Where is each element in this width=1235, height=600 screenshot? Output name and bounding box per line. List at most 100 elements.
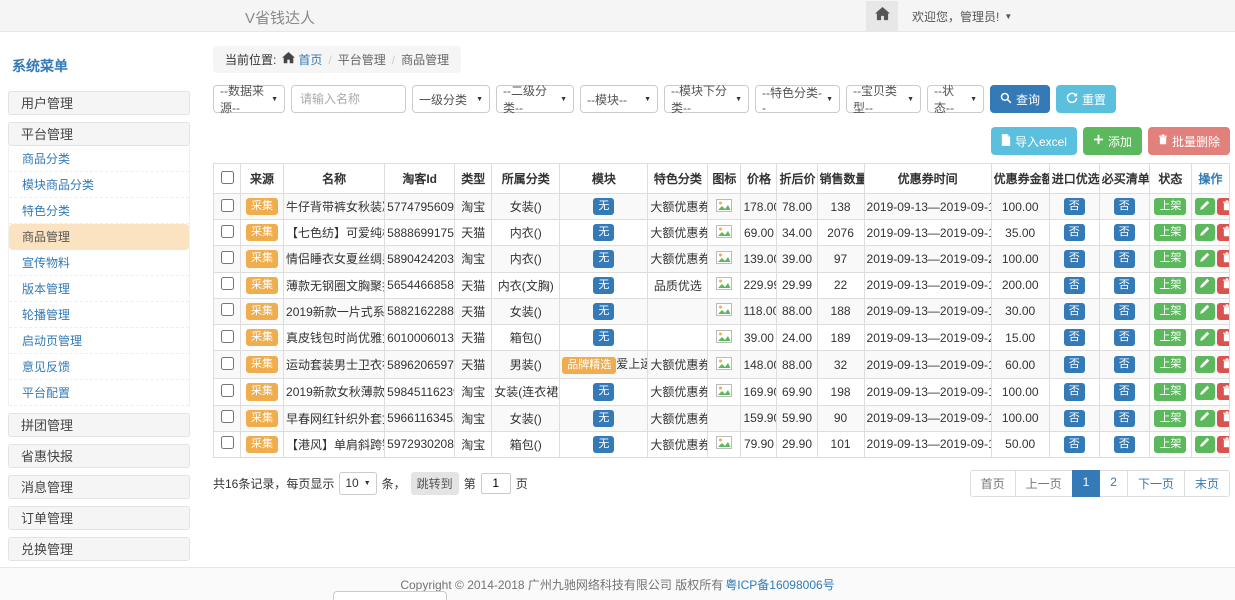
page-button[interactable]: 上一页 [1015, 470, 1073, 497]
sidebar-group[interactable]: 平台管理 [8, 122, 190, 146]
imported-toggle-badge[interactable]: 否 [1064, 303, 1085, 320]
must-buy-toggle-badge[interactable]: 否 [1114, 224, 1135, 241]
edit-button[interactable] [1195, 410, 1215, 427]
row-checkbox[interactable] [221, 330, 234, 343]
page-button[interactable]: 1 [1072, 470, 1101, 497]
row-checkbox[interactable] [221, 384, 234, 397]
page-button[interactable]: 下一页 [1127, 470, 1185, 497]
must-buy-toggle-badge[interactable]: 否 [1114, 198, 1135, 215]
must-buy-toggle-badge[interactable]: 否 [1114, 356, 1135, 373]
row-checkbox[interactable] [221, 357, 234, 370]
row-checkbox[interactable] [221, 277, 234, 290]
imported-toggle-badge[interactable]: 否 [1064, 224, 1085, 241]
status-badge[interactable]: 上架 [1154, 250, 1186, 267]
edit-button[interactable] [1195, 250, 1215, 267]
page-button[interactable]: 首页 [970, 470, 1016, 497]
filter-select[interactable]: --二级分类--▼ [496, 85, 574, 113]
filter-select[interactable]: --特色分类--▼ [755, 85, 840, 113]
module-badge[interactable]: 无 [593, 277, 614, 294]
status-badge[interactable]: 上架 [1154, 329, 1186, 346]
page-button[interactable]: 末页 [1184, 470, 1230, 497]
must-buy-toggle-badge[interactable]: 否 [1114, 329, 1135, 346]
imported-toggle-badge[interactable]: 否 [1064, 436, 1085, 453]
row-checkbox[interactable] [221, 199, 234, 212]
delete-button[interactable] [1217, 329, 1230, 346]
row-checkbox[interactable] [221, 225, 234, 238]
row-checkbox[interactable] [221, 303, 234, 316]
module-badge[interactable]: 无 [593, 383, 614, 400]
home-button[interactable] [866, 1, 898, 32]
row-checkbox[interactable] [221, 251, 234, 264]
filter-select[interactable]: --状态--▼ [927, 85, 984, 113]
add-button[interactable]: 添加 [1083, 127, 1142, 155]
sidebar-group[interactable]: 消息管理 [8, 475, 190, 499]
sidebar-item[interactable]: 商品分类 [9, 146, 189, 172]
module-badge[interactable]: 无 [593, 250, 614, 267]
delete-button[interactable] [1217, 410, 1230, 427]
filter-select[interactable]: --模块下分类--▼ [664, 85, 749, 113]
module-badge[interactable]: 无 [593, 410, 614, 427]
imported-toggle-badge[interactable]: 否 [1064, 250, 1085, 267]
edit-button[interactable] [1195, 303, 1215, 320]
filter-select[interactable]: 一级分类▼ [412, 85, 490, 113]
edit-button[interactable] [1195, 436, 1215, 453]
delete-button[interactable] [1217, 198, 1230, 215]
edit-button[interactable] [1195, 383, 1215, 400]
delete-button[interactable] [1217, 277, 1230, 294]
imported-toggle-badge[interactable]: 否 [1064, 198, 1085, 215]
breadcrumb-home-link[interactable]: 首页 [282, 51, 322, 68]
delete-button[interactable] [1217, 383, 1230, 400]
module-badge[interactable]: 无 [593, 436, 614, 453]
import-excel-button[interactable]: 导入excel [991, 127, 1077, 155]
filter-select[interactable]: --宝贝类型--▼ [846, 85, 921, 113]
icp-link[interactable]: 粤ICP备16098006号 [725, 576, 834, 593]
name-search-input[interactable] [291, 85, 406, 113]
must-buy-toggle-badge[interactable]: 否 [1114, 410, 1135, 427]
module-badge[interactable]: 无 [593, 329, 614, 346]
module-badge[interactable]: 无 [593, 198, 614, 215]
user-menu[interactable]: 欢迎您，管理员! ▼ [912, 8, 1012, 25]
delete-button[interactable] [1217, 436, 1230, 453]
imported-toggle-badge[interactable]: 否 [1064, 356, 1085, 373]
must-buy-toggle-badge[interactable]: 否 [1114, 250, 1135, 267]
must-buy-toggle-badge[interactable]: 否 [1114, 383, 1135, 400]
sidebar-item[interactable]: 特色分类 [9, 198, 189, 224]
sidebar-group[interactable]: 订单管理 [8, 506, 190, 530]
jump-button[interactable]: 跳转到 [411, 472, 459, 495]
sidebar-group[interactable]: 拼团管理 [8, 413, 190, 437]
status-badge[interactable]: 上架 [1154, 410, 1186, 427]
sidebar-item[interactable]: 版本管理 [9, 276, 189, 302]
page-button[interactable]: 2 [1099, 470, 1128, 497]
search-button[interactable]: 查询 [990, 85, 1050, 113]
imported-toggle-badge[interactable]: 否 [1064, 277, 1085, 294]
module-badge[interactable]: 无 [593, 224, 614, 241]
imported-toggle-badge[interactable]: 否 [1064, 410, 1085, 427]
sidebar-item[interactable]: 启动页管理 [9, 328, 189, 354]
sidebar-item[interactable]: 宣传物料 [9, 250, 189, 276]
status-badge[interactable]: 上架 [1154, 224, 1186, 241]
reset-button[interactable]: 重置 [1056, 85, 1116, 113]
sidebar-group[interactable]: 用户管理 [8, 91, 190, 115]
status-badge[interactable]: 上架 [1154, 198, 1186, 215]
batch-delete-button[interactable]: 批量删除 [1148, 127, 1230, 155]
row-checkbox[interactable] [221, 410, 234, 423]
sidebar-item[interactable]: 平台配置 [9, 380, 189, 406]
status-badge[interactable]: 上架 [1154, 383, 1186, 400]
sidebar-item[interactable]: 商品管理 [9, 224, 189, 250]
edit-button[interactable] [1195, 198, 1215, 215]
per-page-select[interactable]: 10 ▼ [339, 472, 376, 495]
module-badge[interactable]: 品牌精选 [562, 357, 616, 374]
sidebar-group[interactable]: 兑换管理 [8, 537, 190, 561]
status-badge[interactable]: 上架 [1154, 356, 1186, 373]
select-all-checkbox[interactable] [221, 171, 234, 184]
sidebar-item[interactable]: 模块商品分类 [9, 172, 189, 198]
module-badge[interactable]: 无 [593, 303, 614, 320]
edit-button[interactable] [1195, 356, 1215, 373]
delete-button[interactable] [1217, 224, 1230, 241]
sidebar-item[interactable]: 意见反馈 [9, 354, 189, 380]
imported-toggle-badge[interactable]: 否 [1064, 383, 1085, 400]
data-source-select[interactable]: --数据来源--▼ [213, 85, 285, 113]
sidebar-group[interactable]: 省惠快报 [8, 444, 190, 468]
edit-button[interactable] [1195, 224, 1215, 241]
imported-toggle-badge[interactable]: 否 [1064, 329, 1085, 346]
